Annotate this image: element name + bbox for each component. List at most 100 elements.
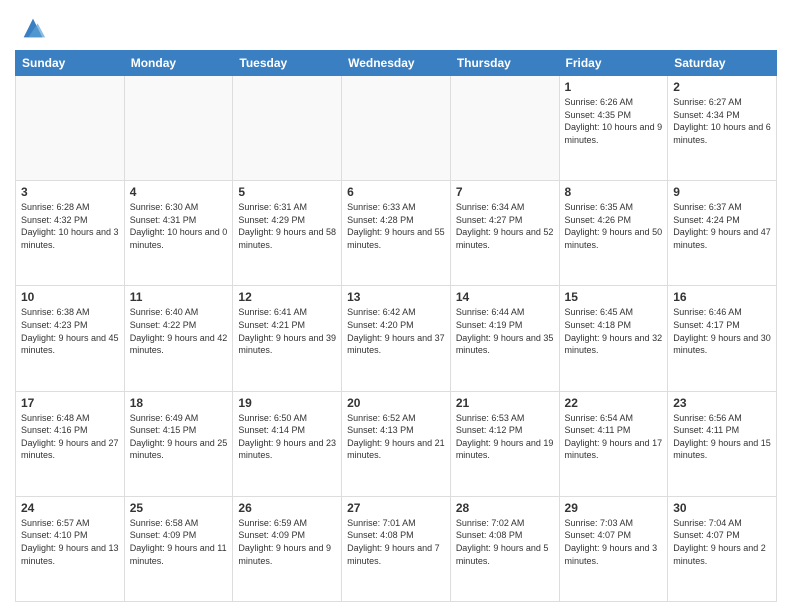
day-number: 1 [565,80,663,94]
calendar-cell: 11 Sunrise: 6:40 AM Sunset: 4:22 PM Dayli… [124,286,233,391]
calendar-cell [233,76,342,181]
calendar-cell: 12Sunrise: 6:41 AM Sunset: 4:21 PM Dayli… [233,286,342,391]
day-info: Sunrise: 6:54 AM Sunset: 4:11 PM Dayligh… [565,412,663,462]
calendar-table: SundayMondayTuesdayWednesdayThursdayFrid… [15,50,777,602]
day-number: 15 [565,290,663,304]
calendar-cell: 15 Sunrise: 6:45 AM Sunset: 4:18 PM Dayli… [559,286,668,391]
day-header-tuesday: Tuesday [233,51,342,76]
calendar-cell: 20 Sunrise: 6:52 AM Sunset: 4:13 PM Dayli… [342,391,451,496]
day-info: Sunrise: 6:33 AM Sunset: 4:28 PM Dayligh… [347,201,445,251]
day-info: Sunrise: 6:41 AM Sunset: 4:21 PM Dayligh… [238,306,336,356]
calendar-cell: 7 Sunrise: 6:34 AM Sunset: 4:27 PM Daylig… [450,181,559,286]
day-info: Sunrise: 6:42 AM Sunset: 4:20 PM Dayligh… [347,306,445,356]
calendar-cell: 19 Sunrise: 6:50 AM Sunset: 4:14 PM Dayli… [233,391,342,496]
day-number: 4 [130,185,228,199]
week-row-0: 1Sunrise: 6:26 AM Sunset: 4:35 PM Daylig… [16,76,777,181]
calendar-cell: 10 Sunrise: 6:38 AM Sunset: 4:23 PM Dayli… [16,286,125,391]
day-number: 19 [238,396,336,410]
day-info: Sunrise: 6:37 AM Sunset: 4:24 PM Dayligh… [673,201,771,251]
day-number: 2 [673,80,771,94]
day-info: Sunrise: 6:58 AM Sunset: 4:09 PM Dayligh… [130,517,228,567]
day-info: Sunrise: 7:04 AM Sunset: 4:07 PM Dayligh… [673,517,771,567]
day-number: 26 [238,501,336,515]
day-info: Sunrise: 6:45 AM Sunset: 4:18 PM Dayligh… [565,306,663,356]
day-number: 11 [130,290,228,304]
day-number: 25 [130,501,228,515]
day-info: Sunrise: 6:52 AM Sunset: 4:13 PM Dayligh… [347,412,445,462]
week-row-3: 17 Sunrise: 6:48 AM Sunset: 4:16 PM Dayli… [16,391,777,496]
day-info: Sunrise: 6:48 AM Sunset: 4:16 PM Dayligh… [21,412,119,462]
calendar-cell: 29 Sunrise: 7:03 AM Sunset: 4:07 PM Dayli… [559,496,668,601]
day-info: Sunrise: 7:01 AM Sunset: 4:08 PM Dayligh… [347,517,445,567]
day-info: Sunrise: 6:53 AM Sunset: 4:12 PM Dayligh… [456,412,554,462]
day-number: 8 [565,185,663,199]
week-row-2: 10 Sunrise: 6:38 AM Sunset: 4:23 PM Dayli… [16,286,777,391]
day-info: Sunrise: 6:59 AM Sunset: 4:09 PM Dayligh… [238,517,336,567]
calendar-cell: 21 Sunrise: 6:53 AM Sunset: 4:12 PM Dayli… [450,391,559,496]
day-number: 17 [21,396,119,410]
day-number: 24 [21,501,119,515]
calendar-cell: 13 Sunrise: 6:42 AM Sunset: 4:20 PM Dayli… [342,286,451,391]
calendar-cell [16,76,125,181]
day-info: Sunrise: 7:03 AM Sunset: 4:07 PM Dayligh… [565,517,663,567]
day-number: 3 [21,185,119,199]
calendar-cell: 25 Sunrise: 6:58 AM Sunset: 4:09 PM Dayli… [124,496,233,601]
day-info: Sunrise: 6:34 AM Sunset: 4:27 PM Dayligh… [456,201,554,251]
calendar-cell [124,76,233,181]
day-header-thursday: Thursday [450,51,559,76]
day-number: 22 [565,396,663,410]
day-header-sunday: Sunday [16,51,125,76]
day-header-saturday: Saturday [668,51,777,76]
week-row-1: 3 Sunrise: 6:28 AM Sunset: 4:32 PM Daylig… [16,181,777,286]
day-info: Sunrise: 6:40 AM Sunset: 4:22 PM Dayligh… [130,306,228,356]
day-number: 10 [21,290,119,304]
calendar-cell: 24 Sunrise: 6:57 AM Sunset: 4:10 PM Dayli… [16,496,125,601]
day-number: 14 [456,290,554,304]
calendar-cell: 3 Sunrise: 6:28 AM Sunset: 4:32 PM Daylig… [16,181,125,286]
calendar-cell: 30 Sunrise: 7:04 AM Sunset: 4:07 PM Dayli… [668,496,777,601]
logo-area [15,14,47,42]
day-info: Sunrise: 6:57 AM Sunset: 4:10 PM Dayligh… [21,517,119,567]
calendar-cell: 23 Sunrise: 6:56 AM Sunset: 4:11 PM Dayli… [668,391,777,496]
day-info: Sunrise: 6:35 AM Sunset: 4:26 PM Dayligh… [565,201,663,251]
header [15,10,777,42]
calendar-cell: 4 Sunrise: 6:30 AM Sunset: 4:31 PM Daylig… [124,181,233,286]
day-number: 5 [238,185,336,199]
day-number: 23 [673,396,771,410]
day-header-wednesday: Wednesday [342,51,451,76]
calendar-cell: 22 Sunrise: 6:54 AM Sunset: 4:11 PM Dayli… [559,391,668,496]
day-header-friday: Friday [559,51,668,76]
calendar-cell: 14Sunrise: 6:44 AM Sunset: 4:19 PM Dayli… [450,286,559,391]
day-info: Sunrise: 6:28 AM Sunset: 4:32 PM Dayligh… [21,201,119,251]
day-number: 13 [347,290,445,304]
calendar-cell [342,76,451,181]
day-number: 30 [673,501,771,515]
calendar-cell: 8 Sunrise: 6:35 AM Sunset: 4:26 PM Daylig… [559,181,668,286]
day-number: 16 [673,290,771,304]
day-number: 20 [347,396,445,410]
calendar-cell: 16 Sunrise: 6:46 AM Sunset: 4:17 PM Dayli… [668,286,777,391]
calendar-cell: 27 Sunrise: 7:01 AM Sunset: 4:08 PM Dayli… [342,496,451,601]
day-info: Sunrise: 6:38 AM Sunset: 4:23 PM Dayligh… [21,306,119,356]
day-info: Sunrise: 6:50 AM Sunset: 4:14 PM Dayligh… [238,412,336,462]
day-number: 7 [456,185,554,199]
calendar-cell: 26 Sunrise: 6:59 AM Sunset: 4:09 PM Dayli… [233,496,342,601]
day-info: Sunrise: 6:46 AM Sunset: 4:17 PM Dayligh… [673,306,771,356]
calendar-cell: 2 Sunrise: 6:27 AM Sunset: 4:34 PM Daylig… [668,76,777,181]
day-number: 27 [347,501,445,515]
day-info: Sunrise: 6:49 AM Sunset: 4:15 PM Dayligh… [130,412,228,462]
calendar-cell: 1Sunrise: 6:26 AM Sunset: 4:35 PM Daylig… [559,76,668,181]
day-headers-row: SundayMondayTuesdayWednesdayThursdayFrid… [16,51,777,76]
day-info: Sunrise: 6:30 AM Sunset: 4:31 PM Dayligh… [130,201,228,251]
day-number: 29 [565,501,663,515]
calendar-cell [450,76,559,181]
day-number: 6 [347,185,445,199]
day-number: 9 [673,185,771,199]
day-number: 18 [130,396,228,410]
logo-icon [19,14,47,42]
calendar-cell: 9 Sunrise: 6:37 AM Sunset: 4:24 PM Daylig… [668,181,777,286]
calendar-cell: 28Sunrise: 7:02 AM Sunset: 4:08 PM Dayli… [450,496,559,601]
day-info: Sunrise: 6:27 AM Sunset: 4:34 PM Dayligh… [673,96,771,146]
day-info: Sunrise: 6:56 AM Sunset: 4:11 PM Dayligh… [673,412,771,462]
day-number: 21 [456,396,554,410]
